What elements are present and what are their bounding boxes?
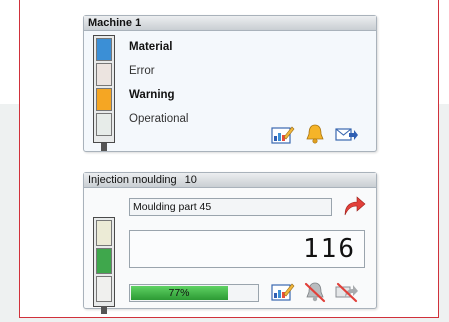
- machine-panel: Machine 1 Material Error Warning Operati…: [83, 15, 377, 152]
- progress-label: 77%: [168, 287, 190, 299]
- edit-chart-icon[interactable]: [271, 124, 295, 146]
- injection-panel-titlebar: Injection moulding 10: [84, 173, 376, 188]
- status-error: Error: [129, 65, 155, 77]
- machine-panel-title: Machine 1: [84, 16, 376, 31]
- tower-light-material: [96, 38, 112, 61]
- injection-panel-number: 10: [184, 174, 197, 186]
- status-warning: Warning: [129, 89, 175, 101]
- signal-tower: [93, 217, 115, 307]
- injection-panel-title: Injection moulding: [88, 174, 177, 186]
- tower-light-middle: [96, 248, 112, 274]
- status-list: Material Error Warning Operational: [129, 40, 188, 136]
- part-counter: 116: [129, 230, 365, 268]
- part-name-field[interactable]: Moulding part 45: [129, 198, 332, 216]
- tower-light-warning: [96, 88, 112, 111]
- bell-icon[interactable]: [303, 123, 327, 145]
- signal-tower: [93, 35, 115, 143]
- status-material: Material: [129, 41, 173, 53]
- tower-light-operational: [96, 113, 112, 136]
- send-mail-icon[interactable]: [335, 124, 359, 146]
- injection-moulding-panel: Injection moulding 10 Moulding part 45 11…: [83, 172, 377, 314]
- tower-light-top: [96, 220, 112, 246]
- progress-bar: 77%: [129, 284, 259, 302]
- redo-arrow-icon[interactable]: [342, 195, 366, 217]
- tower-light-bottom: [96, 276, 112, 302]
- bell-disabled-icon[interactable]: [303, 281, 327, 303]
- forward-disabled-icon[interactable]: [335, 281, 359, 303]
- signal-tower-base: [101, 143, 107, 151]
- signal-tower-base: [101, 306, 107, 314]
- tower-light-error: [96, 63, 112, 86]
- edit-chart-icon[interactable]: [271, 281, 295, 303]
- status-operational: Operational: [129, 113, 189, 125]
